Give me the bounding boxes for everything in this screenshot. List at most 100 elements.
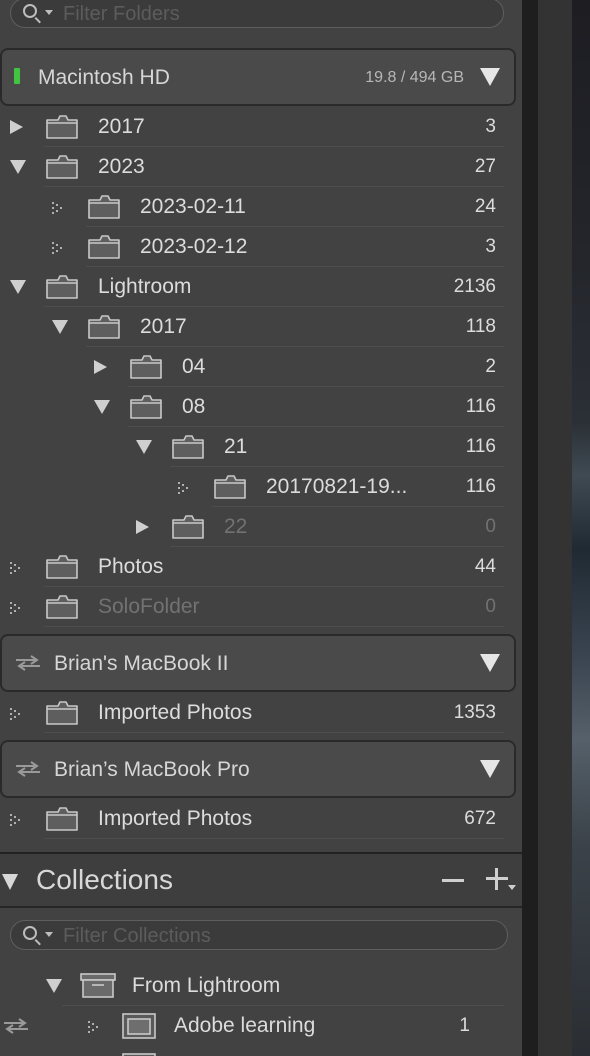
folder-icon [46,154,78,179]
folder-row[interactable]: Imported Photos 672 [0,799,522,839]
sync-arrows-icon [14,760,42,778]
folder-row[interactable]: SoloFolder 0 [0,587,522,627]
collapse-triangle-icon[interactable] [94,400,110,414]
folder-icon [88,234,120,259]
add-collection-menu-icon[interactable] [508,885,516,890]
folder-icon [46,806,78,831]
folder-label: SoloFolder [98,595,200,618]
search-icon [23,4,37,18]
folder-row[interactable]: Lightroom 2136 [0,267,522,307]
folder-row[interactable]: 2017 118 [0,307,522,347]
folder-row[interactable]: 2023-02-11 24 [0,187,522,227]
no-children-dots-icon [88,1020,100,1033]
collection-label: From Lightroom [132,974,281,997]
collection-set-icon [80,973,116,998]
collapse-triangle-icon[interactable] [136,440,152,454]
search-options-icon[interactable] [45,10,53,15]
folder-label: 20170821-19... [266,475,408,498]
folder-icon [130,394,162,419]
expand-triangle-icon[interactable] [46,979,62,993]
folder-icon [88,314,120,339]
volume-header-macintosh-hd[interactable]: Macintosh HD 19.8 / 494 GB [0,48,516,106]
search-options-icon[interactable] [45,932,53,937]
collapse-triangle-icon[interactable] [52,320,68,334]
sync-arrows-icon [14,654,42,672]
volume-name: Brian’s MacBook Pro [54,758,250,781]
folder-label: Imported Photos [98,701,253,724]
folder-row[interactable]: Photos 44 [0,547,522,587]
folder-label: 2017 [98,115,145,138]
volume-header-macbook-pro[interactable]: Brian’s MacBook Pro [0,740,516,798]
folder-row[interactable]: 2023 27 [0,147,522,187]
folder-photo-count: 3 [485,236,496,257]
no-subfolders-dots-icon [10,561,22,574]
search-icon [23,926,37,940]
collapse-triangle-icon[interactable] [10,160,26,174]
folder-icon [130,354,162,379]
folder-photo-count: 116 [465,396,496,417]
folder-photo-count: 27 [474,156,496,177]
collapse-triangle-icon[interactable] [2,874,18,890]
folder-photo-count: 44 [474,556,496,577]
filter-collections-input[interactable]: Filter Collections [10,920,508,950]
folder-label: Lightroom [98,275,192,298]
filter-folders-input[interactable]: Filter Folders [10,0,504,28]
folder-row[interactable]: 21 116 [0,427,522,467]
left-panel: Filter Folders Macintosh HD 19.8 / 494 G… [0,0,522,1056]
folder-icon [46,274,78,299]
folder-photo-count: 24 [474,196,496,217]
folder-icon [46,554,78,579]
folder-icon [46,700,78,725]
folder-photo-count: 1353 [453,702,496,723]
folder-photo-count: 2 [485,356,496,377]
folder-icon [172,514,204,539]
folder-row[interactable]: 04 2 [0,347,522,387]
collection-count: 1 [459,1015,470,1036]
folder-label: 21 [224,435,248,458]
folder-icon [46,594,78,619]
no-subfolders-dots-icon [10,813,22,826]
panel-divider[interactable] [522,0,538,1056]
photo-preview-edge [538,0,590,1056]
folder-label: 2023-02-12 [140,235,248,258]
collapse-triangle-icon[interactable] [10,280,26,294]
folder-row[interactable]: 22 0 [0,507,522,547]
folder-label: Photos [98,555,164,578]
volume-capacity: 19.8 / 494 GB [365,69,464,86]
collection-icon [122,1013,156,1039]
folder-icon [214,474,246,499]
folder-photo-count: 116 [465,436,496,457]
folder-row[interactable]: 08 116 [0,387,522,427]
expand-triangle-icon[interactable] [94,360,107,374]
folder-row[interactable]: 2017 3 [0,107,522,147]
expand-triangle-icon[interactable] [136,520,149,534]
folder-row[interactable]: Imported Photos 1353 [0,693,522,733]
folder-label: 08 [182,395,206,418]
volume-name: Macintosh HD [38,66,170,89]
folder-label: 2023 [98,155,145,178]
volume-menu-triangle-icon[interactable] [480,760,500,778]
add-collection-button[interactable] [486,868,508,890]
expand-triangle-icon[interactable] [10,120,23,134]
remove-collection-button[interactable] [442,879,464,882]
sync-arrows-icon [2,1017,30,1035]
volume-menu-triangle-icon[interactable] [480,68,500,86]
folder-icon [46,114,78,139]
volume-header-macbook-ii[interactable]: Brian's MacBook II [0,634,516,692]
collection-set-from-lightroom[interactable]: From Lightroom [0,966,522,1006]
collections-panel-header[interactable]: Collections [0,852,522,908]
folder-row[interactable]: 2023-02-12 3 [0,227,522,267]
folder-photo-count: 0 [485,516,496,537]
volume-menu-triangle-icon[interactable] [480,654,500,672]
collection-row-partial [0,1046,522,1056]
row-divider [44,626,504,627]
no-subfolders-dots-icon [10,707,22,720]
folder-row[interactable]: 20170821-19... 116 [0,467,522,507]
collection-label: Adobe learning [174,1014,316,1037]
folder-photo-count: 672 [464,808,496,829]
collection-adobe-learning[interactable]: Adobe learning 1 [0,1006,522,1046]
no-subfolders-dots-icon [178,481,190,494]
folder-photo-count: 116 [465,476,496,497]
no-subfolders-dots-icon [10,601,22,614]
folder-label: 04 [182,355,206,378]
